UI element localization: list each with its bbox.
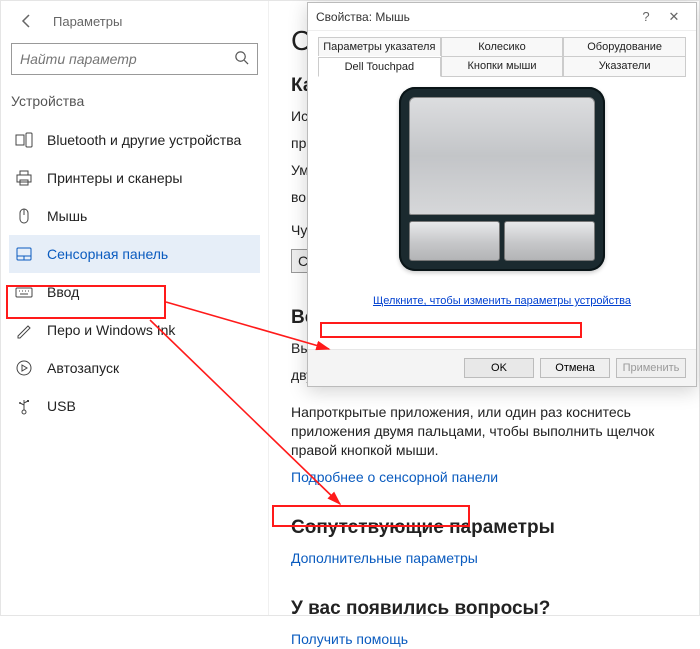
sidebar-item-label: USB: [47, 398, 76, 414]
search-input[interactable]: [20, 51, 234, 67]
keyboard-icon: [15, 283, 33, 301]
touchpad-left-button: [409, 221, 500, 261]
sidebar-item-label: Принтеры и сканеры: [47, 170, 182, 186]
help-icon[interactable]: ?: [632, 9, 660, 24]
tab-pointers[interactable]: Указатели: [563, 56, 686, 76]
mouse-icon: [15, 207, 33, 225]
back-icon[interactable]: [19, 13, 35, 29]
settings-sidebar: Параметры Устройства Bluetooth и другие …: [1, 1, 269, 615]
sidebar-item-usb[interactable]: USB: [9, 387, 260, 425]
sidebar-item-bluetooth[interactable]: Bluetooth и другие устройства: [9, 121, 260, 159]
search-box[interactable]: [11, 43, 258, 75]
sidebar-item-label: Сенсорная панель: [47, 246, 168, 262]
sidebar-item-label: Мышь: [47, 208, 87, 224]
tab-hardware[interactable]: Оборудование: [563, 37, 686, 56]
touchpad-graphic: [399, 87, 605, 271]
apply-button[interactable]: Применить: [616, 358, 686, 378]
section-label-devices: Устройства: [11, 93, 258, 109]
search-icon: [234, 50, 249, 68]
sidebar-item-printers[interactable]: Принтеры и сканеры: [9, 159, 260, 197]
sidebar-item-mouse[interactable]: Мышь: [9, 197, 260, 235]
sidebar-item-label: Автозапуск: [47, 360, 119, 376]
tab-wheel[interactable]: Колесико: [441, 37, 564, 56]
devices-icon: [15, 131, 33, 149]
section-related: Сопутствующие параметры: [291, 517, 677, 539]
direction-para: Напр­открытые приложения, или один раз к…: [291, 403, 677, 460]
dialog-button-row: OK Отмена Применить: [308, 349, 696, 386]
settings-title: Параметры: [53, 14, 122, 29]
touchpad-surface: [409, 97, 595, 215]
tab-strip: Параметры указателя Колесико Оборудовани…: [318, 37, 686, 77]
sidebar-item-label: Ввод: [47, 284, 79, 300]
tab-pointer-options[interactable]: Параметры указателя: [318, 37, 441, 56]
tab-buttons[interactable]: Кнопки мыши: [441, 56, 564, 76]
tab-body: Щелкните, чтобы изменить параметры устро…: [318, 77, 686, 349]
dialog-titlebar[interactable]: Свойства: Мышь ? ✕: [308, 3, 696, 31]
tab-dell-touchpad[interactable]: Dell Touchpad: [318, 57, 441, 77]
autoplay-icon: [15, 359, 33, 377]
additional-settings-link[interactable]: Дополнительные параметры: [291, 549, 677, 568]
touchpad-icon: [15, 245, 33, 263]
nav-list: Bluetooth и другие устройства Принтеры и…: [9, 121, 260, 425]
dialog-title: Свойства: Мышь: [316, 10, 410, 24]
usb-icon: [15, 397, 33, 415]
mouse-properties-dialog: Свойства: Мышь ? ✕ Параметры указателя К…: [307, 2, 697, 387]
touchpad-right-button: [504, 221, 595, 261]
pen-icon: [15, 321, 33, 339]
get-help-link[interactable]: Получить помощь: [291, 630, 677, 649]
sidebar-item-pen[interactable]: Перо и Windows Ink: [9, 311, 260, 349]
printer-icon: [15, 169, 33, 187]
sidebar-item-label: Bluetooth и другие устройства: [47, 132, 241, 148]
section-questions: У вас появились вопросы?: [291, 598, 677, 620]
sidebar-item-label: Перо и Windows Ink: [47, 322, 175, 338]
cancel-button[interactable]: Отмена: [540, 358, 610, 378]
sidebar-item-typing[interactable]: Ввод: [9, 273, 260, 311]
ok-button[interactable]: OK: [464, 358, 534, 378]
close-icon[interactable]: ✕: [660, 9, 688, 25]
sidebar-item-touchpad[interactable]: Сенсорная панель: [9, 235, 260, 273]
learn-more-link[interactable]: Подробнее о сенсорной панели: [291, 468, 677, 487]
sidebar-item-autoplay[interactable]: Автозапуск: [9, 349, 260, 387]
change-device-settings-link[interactable]: Щелкните, чтобы изменить параметры устро…: [373, 295, 631, 307]
